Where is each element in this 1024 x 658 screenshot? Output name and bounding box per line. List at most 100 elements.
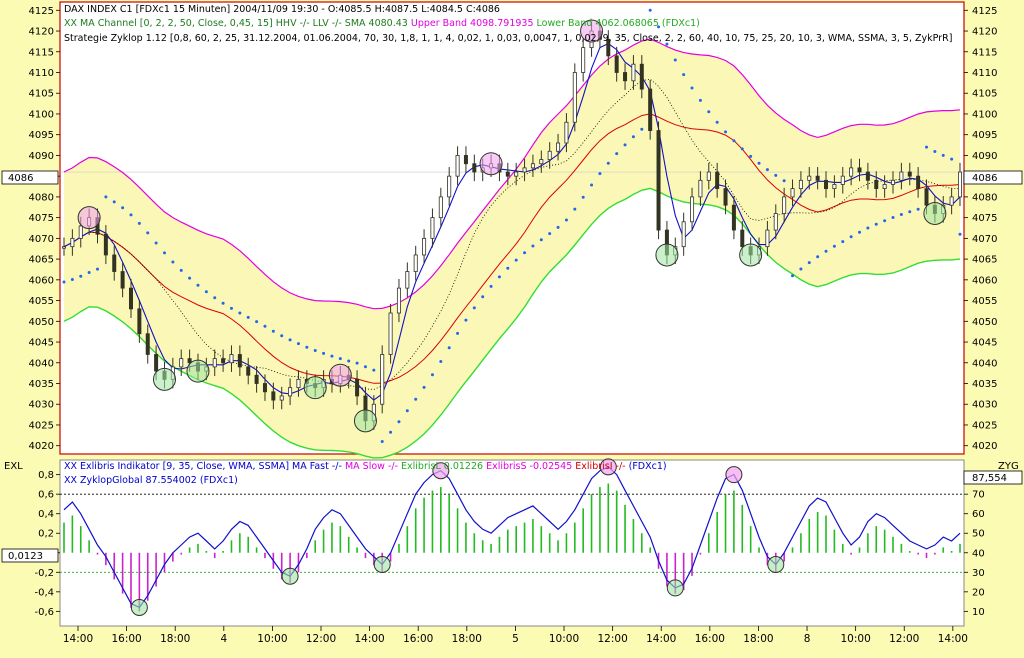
candle-body bbox=[380, 354, 385, 405]
sar-dot bbox=[690, 86, 694, 90]
sar-dot bbox=[724, 130, 728, 134]
sar-dot bbox=[188, 276, 192, 280]
candle-body bbox=[296, 378, 301, 389]
candle-body bbox=[405, 271, 410, 289]
indicator-header-line1: XX Exlibris Indikator [9, 35, Close, WMA… bbox=[64, 461, 667, 472]
time-tick-label: 5 bbox=[512, 633, 519, 645]
sar-dot bbox=[447, 346, 451, 350]
price-tick-label-right: 4125 bbox=[972, 6, 997, 17]
sar-dot bbox=[782, 179, 786, 183]
sar-dot bbox=[204, 290, 208, 294]
sar-dot bbox=[590, 183, 594, 187]
header-part: (FDXc1) bbox=[629, 461, 667, 472]
sar-dot bbox=[950, 157, 954, 161]
sar-dot bbox=[439, 360, 443, 364]
swing-marker bbox=[77, 206, 101, 230]
candle-body bbox=[715, 171, 720, 190]
price-tick-label-left: 4050 bbox=[29, 317, 54, 328]
sar-dot bbox=[523, 251, 527, 255]
price-tick-label-right: 4035 bbox=[972, 379, 997, 390]
candle-body bbox=[656, 130, 661, 231]
sar-dot bbox=[606, 161, 610, 165]
sar-dot bbox=[313, 348, 317, 352]
time-tick-label: 16:00 bbox=[695, 633, 725, 645]
sar-dot bbox=[146, 231, 150, 235]
time-tick-label: 10:00 bbox=[549, 633, 579, 645]
exl-tick-label: 0,4 bbox=[38, 509, 54, 520]
sar-dot bbox=[255, 320, 259, 324]
candle-body bbox=[355, 378, 360, 397]
sar-dot bbox=[95, 267, 99, 271]
zyg-tick-label: 10 bbox=[972, 607, 985, 618]
sar-dot bbox=[514, 258, 518, 262]
candle-body bbox=[505, 171, 510, 177]
candle-body bbox=[740, 229, 745, 248]
candle-body bbox=[472, 163, 477, 173]
indicator-header-line2: XX ZyklopGlobal 87.554002 (FDXc1) bbox=[64, 475, 238, 486]
candle-body bbox=[690, 196, 695, 223]
candle-body bbox=[438, 196, 443, 219]
sar-dot bbox=[682, 73, 686, 77]
candle-body bbox=[958, 171, 963, 198]
sar-dot bbox=[615, 152, 619, 156]
exl-tick-label: -0,2 bbox=[34, 568, 54, 579]
price-tick-label-left: 4060 bbox=[29, 275, 54, 286]
candle-body bbox=[782, 196, 787, 214]
header-part: ExlibrisL 0.01226 bbox=[401, 461, 486, 472]
sar-dot bbox=[573, 207, 577, 211]
time-tick-label: 12:00 bbox=[889, 633, 919, 645]
time-tick-label: 14:00 bbox=[354, 633, 384, 645]
price-tick-label-right: 4105 bbox=[972, 89, 997, 100]
price-tick-label-left: 4095 bbox=[29, 130, 54, 141]
time-tick-label: 14:00 bbox=[63, 633, 93, 645]
sar-dot bbox=[271, 329, 275, 333]
sar-dot bbox=[623, 143, 627, 147]
indicator-right-axis-title: ZYG bbox=[998, 461, 1019, 472]
candle-body bbox=[949, 196, 954, 206]
candle-body bbox=[221, 358, 226, 364]
sar-dot bbox=[213, 296, 217, 300]
candle-body bbox=[698, 179, 703, 198]
candle-body bbox=[179, 358, 184, 368]
candle-body bbox=[849, 167, 854, 177]
sar-dot bbox=[799, 267, 803, 271]
price-tick-label-right: 4025 bbox=[972, 420, 997, 431]
zyg-tick-label: 40 bbox=[972, 548, 985, 559]
candle-body bbox=[237, 354, 242, 368]
sar-dot bbox=[229, 306, 233, 310]
sar-dot bbox=[62, 280, 66, 284]
price-tick-label-right: 4045 bbox=[972, 338, 997, 349]
candle-body bbox=[556, 142, 561, 152]
time-tick-label: 10:00 bbox=[257, 633, 287, 645]
price-tick-label-left: 4030 bbox=[29, 400, 54, 411]
swing-marker bbox=[479, 152, 503, 176]
sar-dot bbox=[791, 274, 795, 278]
sar-dot bbox=[749, 154, 753, 158]
sar-dot bbox=[171, 260, 175, 264]
candle-body bbox=[807, 175, 812, 181]
candle-body bbox=[916, 175, 921, 190]
sar-dot bbox=[740, 147, 744, 151]
price-tick-label-left: 4020 bbox=[29, 441, 54, 452]
candle-body bbox=[137, 308, 142, 335]
candle-body bbox=[731, 204, 736, 231]
candle-body bbox=[790, 188, 795, 198]
candle-body bbox=[430, 217, 435, 239]
sar-dot bbox=[196, 283, 200, 287]
candle-body bbox=[648, 88, 653, 131]
candle-body bbox=[924, 188, 929, 206]
sar-dot bbox=[732, 139, 736, 143]
price-tick-label-left: 4070 bbox=[29, 234, 54, 245]
sar-dot bbox=[472, 306, 476, 310]
candle-body bbox=[396, 287, 401, 314]
sar-dot bbox=[774, 173, 778, 177]
price-tick-label-left: 4080 bbox=[29, 192, 54, 203]
sar-dot bbox=[548, 232, 552, 236]
candle-body bbox=[120, 271, 125, 289]
sar-dot bbox=[807, 261, 811, 265]
candle-body bbox=[832, 184, 837, 190]
sar-dot bbox=[137, 221, 141, 225]
time-tick-label: 4 bbox=[220, 633, 227, 645]
candle-body bbox=[798, 179, 803, 190]
price-header-line2: XX MA Channel [0, 2, 2, 50, Close, 0,45,… bbox=[64, 18, 700, 29]
